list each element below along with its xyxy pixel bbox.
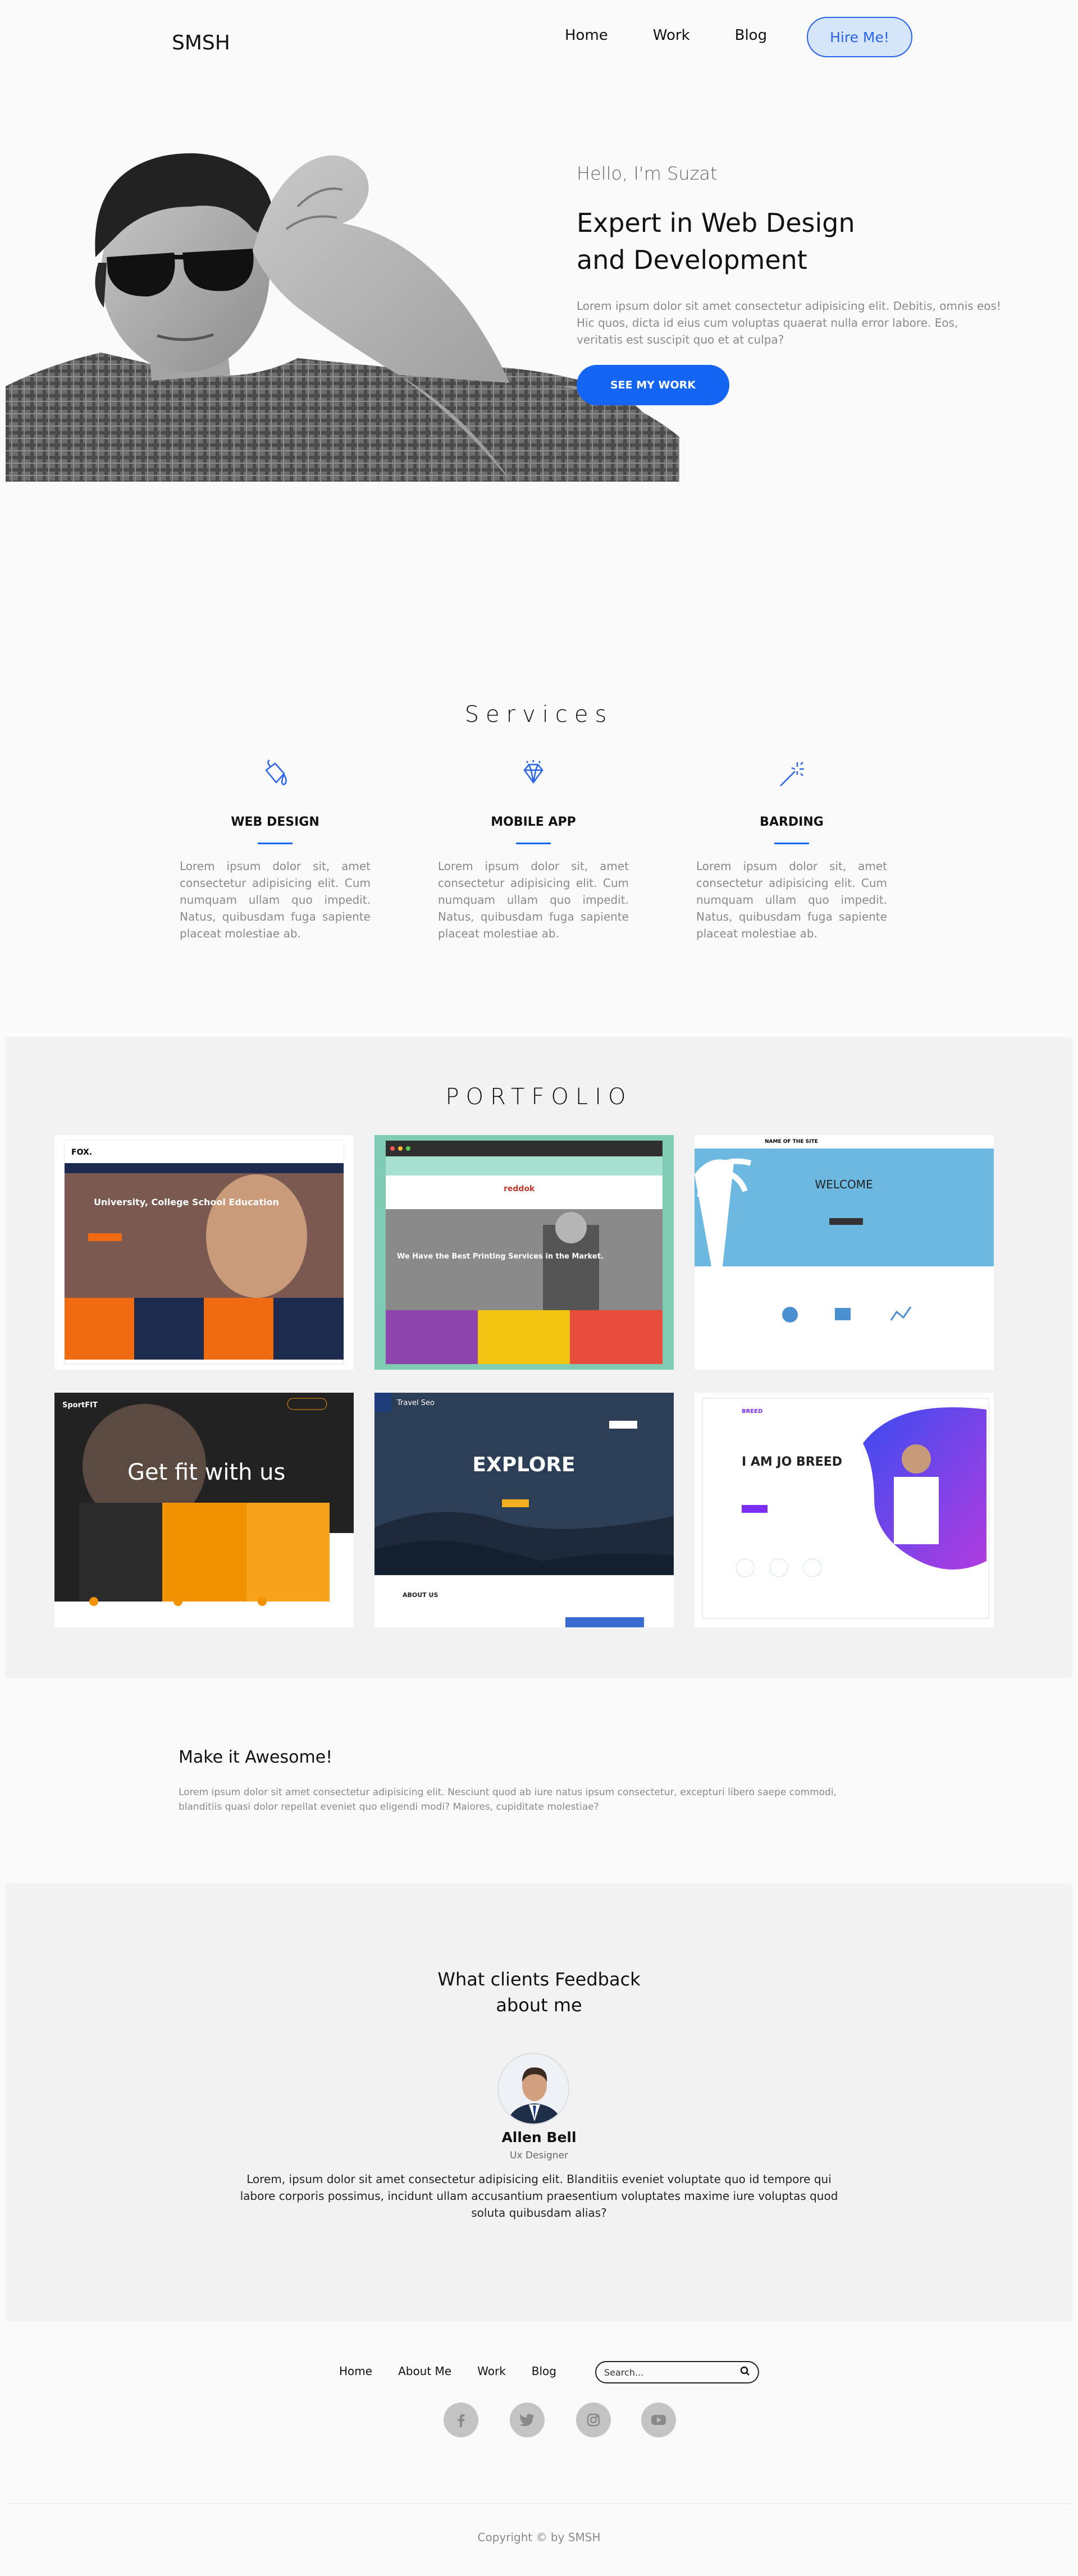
- main-nav: Home Work Blog: [565, 27, 812, 44]
- portfolio-section: PORTFOLIO FOX. University, College Schoo…: [6, 1037, 1072, 1678]
- service-text: Lorem ipsum dolor sit, amet consectetur …: [438, 859, 629, 940]
- card-heading: We Have the Best Printing Services in th…: [397, 1252, 604, 1261]
- card-heading: University, College School Education: [94, 1197, 279, 1207]
- search-icon[interactable]: [740, 2366, 750, 2378]
- awesome-heading: Make it Awesome!: [179, 1747, 333, 1767]
- diamond-icon: [438, 758, 629, 791]
- nav-blog[interactable]: Blog: [735, 27, 767, 44]
- service-underline: [258, 843, 293, 844]
- testimonial-heading-line2: about me: [496, 1994, 582, 2016]
- testimonial-heading: What clients Feedback about me: [6, 1966, 1072, 2018]
- hero-title-line2: and Development: [577, 245, 807, 275]
- service-branding: BARDING Lorem ipsum dolor sit, amet cons…: [696, 758, 887, 942]
- site-header: SMSH Home Work Blog Hire Me!: [0, 0, 1078, 79]
- service-title: MOBILE APP: [491, 815, 576, 829]
- card-brand: reddok: [504, 1184, 535, 1193]
- portfolio-card-breed[interactable]: BREED I AM JO BREED: [695, 1393, 994, 1627]
- nav-work[interactable]: Work: [653, 27, 690, 44]
- hero-title: Expert in Web Design and Development: [577, 204, 1003, 278]
- hero-title-line1: Expert in Web Design: [577, 208, 855, 238]
- youtube-icon[interactable]: [641, 2403, 676, 2437]
- nav-home[interactable]: Home: [565, 27, 608, 44]
- portfolio-card-fitness[interactable]: SportFIT Get fit with us: [54, 1393, 354, 1627]
- testimonial-heading-line1: What clients Feedback: [437, 1969, 641, 1990]
- footer-nav-home[interactable]: Home: [339, 2364, 372, 2378]
- service-text: Lorem ipsum dolor sit, amet consectetur …: [696, 859, 887, 940]
- paint-bucket-icon: [180, 758, 371, 791]
- avatar: [497, 2053, 569, 2125]
- footer-nav-blog[interactable]: Blog: [532, 2364, 556, 2378]
- footer-nav: Home About Me Work Blog: [339, 2364, 582, 2378]
- footer-nav-work[interactable]: Work: [477, 2364, 506, 2378]
- card-subheading: ABOUT US: [403, 1591, 438, 1599]
- card-brand: SportFIT: [62, 1401, 98, 1410]
- hero-description: Lorem ipsum dolor sit amet consectetur a…: [577, 299, 1001, 346]
- card-brand: Travel Seo: [396, 1399, 435, 1407]
- search-input[interactable]: [604, 2367, 740, 2378]
- services-heading: Services: [464, 702, 614, 727]
- testimonial-quote: Lorem, ipsum dolor sit amet consectetur …: [240, 2172, 838, 2220]
- hire-me-button[interactable]: Hire Me!: [807, 17, 912, 57]
- testimonial-section: What clients Feedback about me Allen Bel…: [6, 1883, 1072, 2321]
- card-heading: EXPLORE: [472, 1453, 575, 1476]
- portfolio-card-welcome[interactable]: NAME OF THE SITE WELCOME: [695, 1135, 994, 1370]
- card-heading: WELCOME: [815, 1178, 873, 1191]
- twitter-icon[interactable]: [510, 2403, 545, 2437]
- see-my-work-button[interactable]: SEE MY WORK: [577, 365, 729, 405]
- client-role: Ux Designer: [509, 2150, 569, 2161]
- service-underline: [516, 843, 551, 844]
- awesome-description: Lorem ipsum dolor sit amet consectetur a…: [179, 1787, 837, 1813]
- magic-wand-icon: [696, 758, 887, 791]
- copyright-text: Copyright © by SMSH: [477, 2531, 601, 2544]
- portfolio-heading: PORTFOLIO: [445, 1084, 633, 1110]
- card-brand: FOX.: [71, 1148, 92, 1157]
- card-brand: NAME OF THE SITE: [765, 1139, 818, 1145]
- client-name: Allen Bell: [501, 2129, 577, 2145]
- card-brand: BREED: [742, 1408, 762, 1415]
- service-mobile-app: MOBILE APP Lorem ipsum dolor sit, amet c…: [438, 758, 629, 942]
- site-logo[interactable]: SMSH: [172, 31, 230, 54]
- service-underline: [774, 843, 809, 844]
- card-heading: I AM JO BREED: [742, 1455, 842, 1469]
- service-text: Lorem ipsum dolor sit, amet consectetur …: [180, 859, 371, 940]
- portfolio-card-education[interactable]: FOX. University, College School Educatio…: [54, 1135, 354, 1370]
- service-web-design: WEB DESIGN Lorem ipsum dolor sit, amet c…: [180, 758, 371, 942]
- card-heading: Get fit with us: [127, 1459, 285, 1485]
- service-title: WEB DESIGN: [231, 815, 319, 829]
- footer-search: [595, 2361, 759, 2383]
- hero-intro: Hello, I'm Suzat Expert in Web Design an…: [577, 163, 1003, 405]
- hero-greeting: Hello, I'm Suzat: [577, 163, 718, 184]
- instagram-icon[interactable]: [576, 2403, 611, 2437]
- portfolio-card-travel[interactable]: Travel Seo EXPLORE ABOUT US: [374, 1393, 674, 1627]
- facebook-icon[interactable]: [444, 2403, 478, 2437]
- footer-nav-about[interactable]: About Me: [398, 2364, 451, 2378]
- service-title: BARDING: [760, 815, 824, 829]
- portfolio-card-printing[interactable]: reddok We Have the Best Printing Service…: [374, 1135, 674, 1370]
